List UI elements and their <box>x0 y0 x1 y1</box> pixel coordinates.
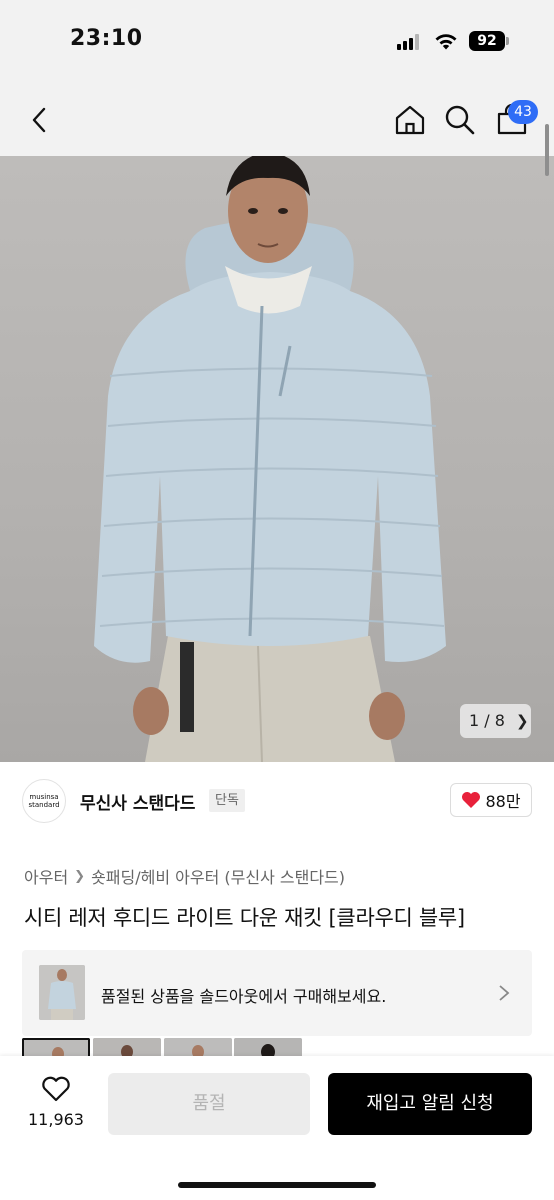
breadcrumb-category[interactable]: 아우터 <box>24 864 68 888</box>
like-button[interactable]: 88만 <box>450 783 532 817</box>
image-counter-button[interactable]: 1 / 8 ❯ <box>460 704 531 738</box>
brand-logo[interactable]: musinsa standard <box>22 779 66 823</box>
product-image-gallery[interactable] <box>0 156 554 762</box>
home-indicator <box>178 1182 376 1188</box>
banner-text: 품절된 상품을 솔드아웃에서 구매해보세요. <box>101 987 387 1006</box>
restock-alert-button[interactable]: 재입고 알림 신청 <box>328 1073 532 1135</box>
wishlist-count: 11,963 <box>28 1110 84 1129</box>
chevron-right-icon: ❯ <box>516 712 529 730</box>
heart-outline-icon <box>42 1076 70 1102</box>
cellular-signal-icon <box>397 34 423 50</box>
chevron-right-icon <box>499 985 510 1001</box>
heart-filled-icon <box>462 792 481 808</box>
status-time: 23:10 <box>70 26 143 51</box>
chevron-right-icon: ❯ <box>74 868 86 884</box>
page-scroll-indicator <box>545 124 549 176</box>
brand-name[interactable]: 무신사 스탠다드 <box>80 789 195 814</box>
wishlist-button[interactable]: 11,963 <box>22 1074 90 1136</box>
product-title: 시티 레저 후디드 라이트 다운 재킷 [클라우디 블루] <box>24 906 465 930</box>
soldout-banner[interactable]: 품절된 상품을 솔드아웃에서 구매해보세요. <box>22 950 532 1036</box>
exclusive-badge: 단독 <box>209 789 245 812</box>
breadcrumb: 아우터 ❯ 숏패딩/헤비 아우터 (무신사 스탠다드) <box>24 864 345 888</box>
home-icon[interactable] <box>392 102 428 138</box>
search-icon[interactable] <box>442 102 478 138</box>
battery-indicator: 92 <box>469 31 505 51</box>
color-thumbnail[interactable] <box>93 1038 161 1056</box>
back-icon[interactable] <box>22 102 58 138</box>
battery-tip <box>506 37 509 45</box>
soldout-button: 품절 <box>108 1073 310 1135</box>
like-count: 88만 <box>485 792 521 811</box>
product-photo <box>94 156 446 762</box>
top-navigation-bar <box>0 84 554 156</box>
breadcrumb-subcategory[interactable]: 숏패딩/헤비 아우터 (무신사 스탠다드) <box>91 864 345 888</box>
banner-thumbnail <box>39 965 85 1020</box>
brand-logo-line2: standard <box>28 801 60 809</box>
color-thumbnail[interactable] <box>22 1038 90 1056</box>
color-thumbnail[interactable] <box>234 1038 302 1056</box>
brand-logo-line1: musinsa <box>29 793 59 801</box>
color-thumbnail[interactable] <box>164 1038 232 1056</box>
cart-count-badge: 43 <box>508 100 538 124</box>
image-counter-text: 1 / 8 <box>469 711 505 730</box>
wifi-icon <box>435 34 457 50</box>
status-bar: 23:10 92 <box>0 0 554 84</box>
